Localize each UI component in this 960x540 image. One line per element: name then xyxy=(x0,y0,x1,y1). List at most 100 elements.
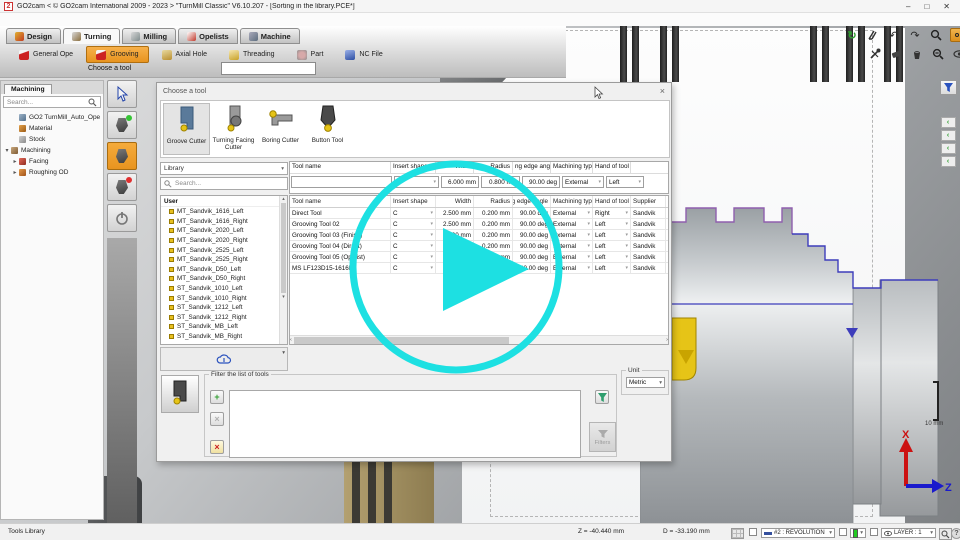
library-group-header[interactable]: User ▴ xyxy=(161,196,287,207)
cell-hand[interactable]: Right xyxy=(593,208,631,218)
cell-hand[interactable]: Left xyxy=(593,263,631,273)
ribbon-subtab[interactable]: Axial Hole xyxy=(153,46,217,63)
cell-machining-type[interactable]: External xyxy=(551,219,593,229)
ribbon-tab[interactable]: Milling xyxy=(122,28,176,44)
filters-button[interactable]: Filters xyxy=(589,422,616,452)
library-list-item[interactable]: ST_Sandvik_1212_Right xyxy=(161,313,287,323)
col-header[interactable]: Tool name xyxy=(290,196,391,207)
ribbon-subtab[interactable]: Part xyxy=(288,46,333,63)
tree-expander-icon[interactable]: ▸ xyxy=(11,158,19,165)
tool-table-row[interactable]: Grooving Tool 04 (Direct) C 0.200 mm 90.… xyxy=(290,241,668,252)
cell-insert-shape[interactable]: C xyxy=(391,241,436,251)
library-list-item[interactable]: ST_Sandvik_1010_Left xyxy=(161,284,287,294)
cell-machining-type[interactable]: External xyxy=(551,230,593,240)
library-selector[interactable]: Library ▾ xyxy=(160,162,288,175)
apply-filter-button[interactable] xyxy=(595,390,609,404)
minimize-button[interactable]: – xyxy=(906,2,910,11)
help-button[interactable]: ? xyxy=(951,528,960,539)
col-header[interactable]: Width xyxy=(436,196,474,207)
dialog-close-icon[interactable]: × xyxy=(660,86,665,96)
col-header[interactable]: Machining typ xyxy=(551,196,593,207)
library-import-bar[interactable]: ▾ xyxy=(160,347,288,371)
tree-item[interactable]: ▸ Facing xyxy=(3,156,103,167)
dock-collapse-button[interactable]: ‹ xyxy=(941,117,956,128)
cell-insert-shape[interactable]: C xyxy=(391,219,436,229)
ribbon-subtab[interactable]: Grooving xyxy=(86,46,148,63)
col-header[interactable]: ng edge angle xyxy=(513,162,551,173)
filter-width-input[interactable]: 6.000 mm xyxy=(441,176,479,188)
tool-table-row[interactable]: Grooving Tool 05 (Opelist) C 0.400 mm 90… xyxy=(290,252,668,263)
tree-expander-icon[interactable]: ▾ xyxy=(3,147,11,154)
color-checkbox[interactable] xyxy=(839,528,847,536)
grid-toggle-button[interactable] xyxy=(731,528,744,539)
library-list-item[interactable]: MT_Sandvik_1616_Right xyxy=(161,217,287,227)
filter-tool-name-input[interactable] xyxy=(291,176,392,188)
undo-icon[interactable]: ↶ xyxy=(887,28,901,42)
revolution-select[interactable]: #2 : REVOLUTION ▾ xyxy=(761,528,835,538)
sync-icon[interactable]: ↻ xyxy=(845,28,859,42)
tooltype-groove-cutter[interactable]: Groove Cutter xyxy=(163,103,210,155)
library-list-item[interactable]: MT_Sandvik_2020_Left xyxy=(161,226,287,236)
library-list-item[interactable]: MT_Sandvik_1616_Left xyxy=(161,207,287,217)
tree-item[interactable]: ▸ Roughing OD xyxy=(3,167,103,178)
table-h-scrollbar[interactable]: ‹› xyxy=(290,335,668,344)
filter-criteria-list[interactable] xyxy=(229,390,581,458)
add-filter-button[interactable]: + xyxy=(210,390,224,404)
cell-insert-shape[interactable]: C xyxy=(391,263,436,273)
filter-insert-shape-select[interactable]: C xyxy=(394,176,439,188)
go2-glasses-button[interactable] xyxy=(950,28,960,42)
col-header[interactable]: Hand of tool xyxy=(593,196,631,207)
cell-insert-shape[interactable]: C xyxy=(391,252,436,262)
ribbon-subtab[interactable]: NC File xyxy=(336,46,391,63)
filter-hand-select[interactable]: Left xyxy=(606,176,644,188)
ribbon-tab[interactable]: Design xyxy=(6,28,61,44)
tooltype-button-tool[interactable]: Button Tool xyxy=(304,103,351,155)
zoom-minus-icon[interactable] xyxy=(931,47,945,61)
remove-filter-button[interactable]: × xyxy=(210,412,224,426)
maximize-button[interactable]: □ xyxy=(924,2,929,11)
redo-icon[interactable]: ↷ xyxy=(908,28,922,42)
cell-hand[interactable]: Left xyxy=(593,241,631,251)
layer-checkbox[interactable] xyxy=(870,528,878,536)
dock-tool-button[interactable]: ‹ xyxy=(941,156,956,167)
dock-tool-button[interactable]: ‹ xyxy=(941,130,956,141)
ribbon-subtab[interactable]: Threading xyxy=(220,46,284,63)
cell-insert-shape[interactable]: C xyxy=(391,230,436,240)
filter-machining-select[interactable]: External xyxy=(562,176,604,188)
col-header[interactable]: Radius xyxy=(474,162,513,173)
tree-item[interactable]: GO2 TurnMill_Auto_Ope xyxy=(3,112,103,123)
zoom-icon[interactable] xyxy=(929,28,943,42)
close-button[interactable]: ✕ xyxy=(943,2,950,11)
tool-table-row[interactable]: Grooving Tool 02 C 2.500 mm 0.200 mm 90.… xyxy=(290,219,668,230)
filter-angle-input[interactable]: 90.00 deg xyxy=(522,176,560,188)
library-list-item[interactable]: MT_Sandvik_D50_Left xyxy=(161,265,287,275)
delete-all-filters-button[interactable]: × xyxy=(210,440,224,454)
ribbon-tab[interactable]: Opelists xyxy=(178,28,238,44)
cell-hand[interactable]: Left xyxy=(593,252,631,262)
revolution-checkbox[interactable] xyxy=(749,528,757,536)
tree-item[interactable]: Stock xyxy=(3,134,103,145)
library-list-item[interactable]: MT_Sandvik_2525_Left xyxy=(161,245,287,255)
col-header[interactable]: Radius xyxy=(474,196,513,207)
tool-check-button[interactable] xyxy=(107,111,137,139)
bucket-icon[interactable] xyxy=(910,47,924,61)
cell-hand[interactable]: Left xyxy=(593,219,631,229)
library-list-item[interactable]: ST_Sandvik_MB_Right xyxy=(161,332,287,342)
eraser-icon[interactable] xyxy=(889,47,903,61)
dock-tool-button[interactable]: ‹ xyxy=(941,143,956,154)
select-cursor-button[interactable] xyxy=(107,80,137,108)
tree-expander-icon[interactable]: ▸ xyxy=(11,169,19,176)
tool-table-row[interactable]: MS LF123D15-1616B C 90.00 deg External L… xyxy=(290,263,668,274)
col-header[interactable]: Tool name xyxy=(290,162,391,173)
library-list-item[interactable]: MT_Sandvik_D50_Right xyxy=(161,274,287,284)
tools-icon[interactable] xyxy=(868,47,882,61)
choose-tool-input[interactable] xyxy=(221,62,316,75)
filter-panel-button[interactable] xyxy=(940,80,957,95)
power-button[interactable] xyxy=(107,204,137,232)
tab-machining[interactable]: Machining xyxy=(4,84,52,94)
library-list-item[interactable]: MT_Sandvik_2525_Right xyxy=(161,255,287,265)
tooltype-turning-facing-cutter[interactable]: Turning Facing Cutter xyxy=(210,103,257,155)
tooltype-boring-cutter[interactable]: Boring Cutter xyxy=(257,103,304,155)
cell-machining-type[interactable]: External xyxy=(551,241,593,251)
col-header[interactable]: Machining typ xyxy=(551,162,593,173)
